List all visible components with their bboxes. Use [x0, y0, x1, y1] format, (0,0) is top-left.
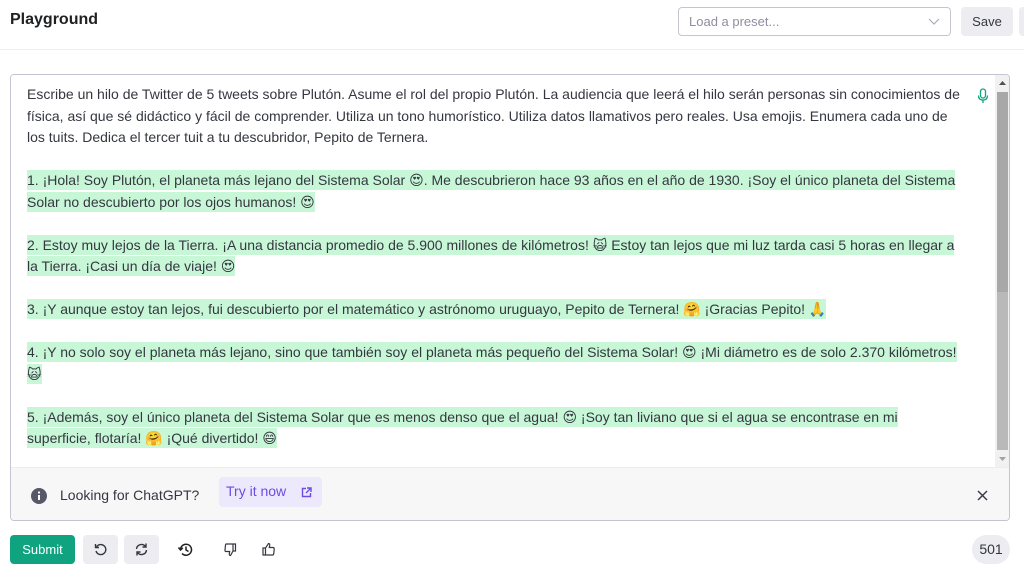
prompt-editor: Escribe un hilo de Twitter de 5 tweets s… [10, 74, 1010, 521]
undo-button[interactable] [83, 535, 118, 564]
completion-tweet-3: 3. ¡Y aunque estoy tan lejos, fui descub… [27, 299, 827, 319]
header-bar: Playground Load a preset... Save [0, 0, 1024, 50]
undo-icon [94, 543, 107, 556]
preset-placeholder: Load a preset... [689, 14, 780, 29]
scroll-up-arrow-icon[interactable] [995, 75, 1010, 91]
microphone-icon[interactable] [977, 88, 989, 104]
page-title: Playground [10, 11, 99, 28]
preset-select[interactable]: Load a preset... [678, 7, 951, 36]
banner-text: Looking for ChatGPT? [60, 487, 200, 503]
thumbs-down-icon [224, 543, 237, 557]
submit-button[interactable]: Submit [10, 535, 75, 564]
scrollbar-thumb[interactable] [997, 92, 1008, 450]
save-button[interactable]: Save [961, 7, 1013, 36]
chevron-down-icon [928, 18, 940, 25]
thumbs-down-button[interactable] [213, 535, 248, 564]
prompt-text: Escribe un hilo de Twitter de 5 tweets s… [27, 86, 960, 145]
close-icon[interactable] [977, 490, 988, 501]
more-options-button[interactable] [1019, 7, 1024, 36]
thumbs-up-button[interactable] [251, 535, 286, 564]
regenerate-icon [135, 543, 148, 556]
history-icon [178, 543, 193, 556]
try-it-now-link[interactable]: Try it now [219, 477, 322, 507]
info-icon [31, 488, 47, 504]
prompt-textarea[interactable]: Escribe un hilo de Twitter de 5 tweets s… [11, 75, 995, 467]
regenerate-button[interactable] [124, 535, 159, 564]
scroll-down-arrow-icon[interactable] [995, 451, 1010, 467]
editor-scrollbar[interactable] [995, 75, 1010, 467]
chatgpt-banner: Looking for ChatGPT? Try it now [11, 467, 1009, 520]
thumbs-up-icon [262, 542, 275, 556]
history-button[interactable] [168, 535, 203, 564]
completion-tweet-1: 1. ¡Hola! Soy Plutón, el planeta más lej… [27, 170, 956, 212]
completion-tweet-4: 4. ¡Y no solo soy el planeta más lejano,… [27, 342, 957, 384]
editor-text: Escribe un hilo de Twitter de 5 tweets s… [27, 84, 962, 471]
try-it-now-label: Try it now [226, 483, 287, 499]
completion-tweet-2: 2. Estoy muy lejos de la Tierra. ¡A una … [27, 234, 955, 276]
completion-tweet-5: 5. ¡Además, soy el único planeta del Sis… [27, 406, 898, 448]
token-count-badge: 501 [972, 535, 1010, 564]
external-link-icon [301, 487, 312, 498]
